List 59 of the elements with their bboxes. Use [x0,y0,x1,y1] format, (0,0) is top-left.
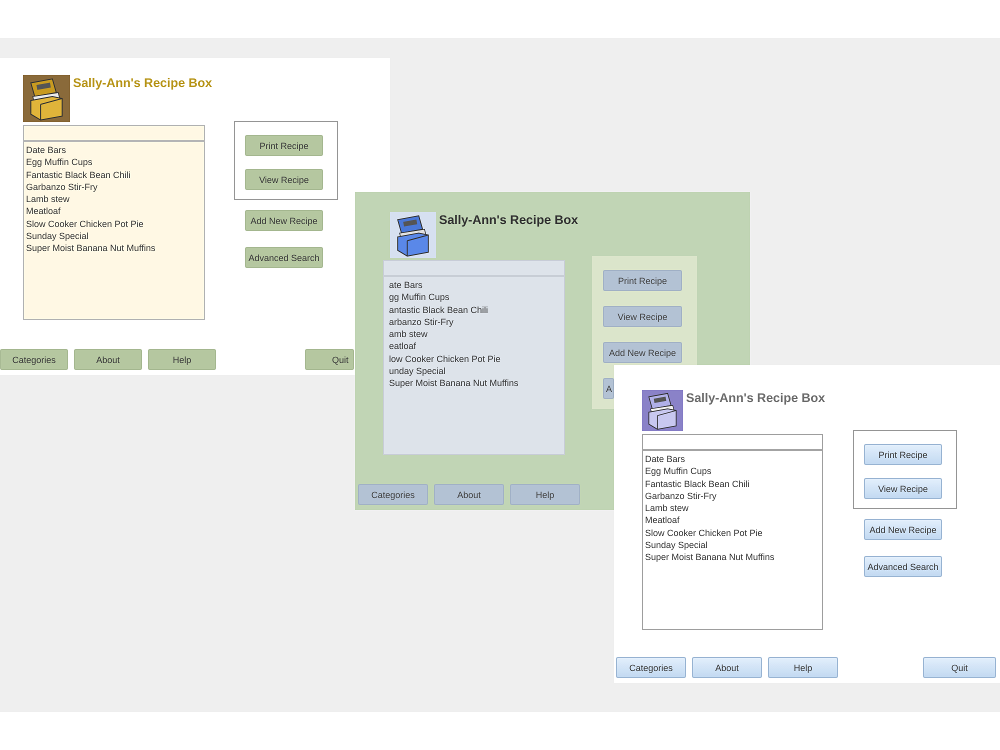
footer-button[interactable]: Categories [0,349,68,370]
recipe-item[interactable]: eatloaf [386,340,562,353]
recipe-item[interactable]: Meatloaf [26,205,202,218]
action-button[interactable]: Advanced Search [245,247,323,268]
recipe-item[interactable]: Egg Muffin Cups [645,465,820,478]
recipe-item[interactable]: Super Moist Banana Nut Muffins [645,551,820,564]
recipe-item[interactable]: Slow Cooker Chicken Pot Pie [26,218,202,230]
recipe-item[interactable]: Date Bars [645,453,820,466]
recipe-item[interactable]: amb stew [386,328,562,340]
recipe-item[interactable]: gg Muffin Cups [386,291,562,304]
action-button[interactable]: A [603,378,614,399]
window-title: Sally-Ann's Recipe Box [686,391,826,405]
recipe-item[interactable]: Sunday Special [645,539,820,552]
recipe-item[interactable]: Meatloaf [645,514,820,527]
footer-button[interactable]: Categories [616,657,686,678]
footer-button[interactable]: About [434,484,504,505]
recipe-item[interactable]: Fantastic Black Bean Chili [26,168,202,181]
recipe-item[interactable]: Super Moist Banana Nut Muffins [26,242,202,255]
search-field[interactable] [383,260,565,277]
recipe-item[interactable]: Garbanzo Stir-Fry [26,180,202,194]
window-title: Sally-Ann's Recipe Box [439,213,578,227]
action-button[interactable]: View Recipe [245,169,323,190]
recipe-item[interactable]: Fantastic Black Bean Chili [645,478,820,490]
recipe-box-icon [23,75,70,122]
footer-button[interactable]: About [74,349,142,370]
recipe-item[interactable]: Super Moist Banana Nut Muffins [386,377,562,390]
recipe-item[interactable]: Sunday Special [26,230,202,242]
quit-button[interactable]: Quit [305,349,354,370]
recipe-item[interactable]: Garbanzo Stir-Fry [645,490,820,502]
action-button[interactable]: Add New Recipe [864,519,942,540]
recipe-item[interactable]: Slow Cooker Chicken Pot Pie [645,526,820,540]
window-title: Sally-Ann's Recipe Box [73,76,212,90]
action-button[interactable]: Add New Recipe [603,342,682,363]
action-button[interactable]: View Recipe [864,478,942,499]
action-button[interactable]: Add New Recipe [245,210,323,231]
footer-button[interactable]: Help [510,484,580,505]
recipe-item[interactable]: Egg Muffin Cups [26,156,202,169]
recipe-item[interactable]: ate Bars [386,279,562,292]
quit-button[interactable]: Quit [923,657,996,678]
recipe-box-icon [642,390,683,431]
action-button[interactable]: Print Recipe [245,135,323,156]
action-button[interactable]: Print Recipe [864,444,942,465]
recipe-item[interactable]: antastic Black Bean Chili [386,304,562,316]
action-button[interactable]: Advanced Search [864,556,942,577]
footer-button[interactable]: Categories [358,484,428,505]
recipe-item[interactable]: arbanzo Stir-Fry [386,316,562,328]
search-field[interactable] [642,434,823,451]
recipe-item[interactable]: unday Special [386,365,562,378]
recipe-item[interactable]: Lamb stew [26,193,202,206]
recipe-box-icon [390,212,436,258]
action-button[interactable]: Print Recipe [603,270,682,291]
recipe-item[interactable]: low Cooker Chicken Pot Pie [386,352,562,366]
recipe-item[interactable]: Lamb stew [645,502,820,514]
action-button[interactable]: View Recipe [603,306,682,327]
recipe-item[interactable]: Date Bars [26,144,202,156]
footer-button[interactable]: Help [768,657,838,678]
footer-button[interactable]: About [692,657,762,678]
footer-button[interactable]: Help [148,349,216,370]
search-field[interactable] [23,125,205,142]
